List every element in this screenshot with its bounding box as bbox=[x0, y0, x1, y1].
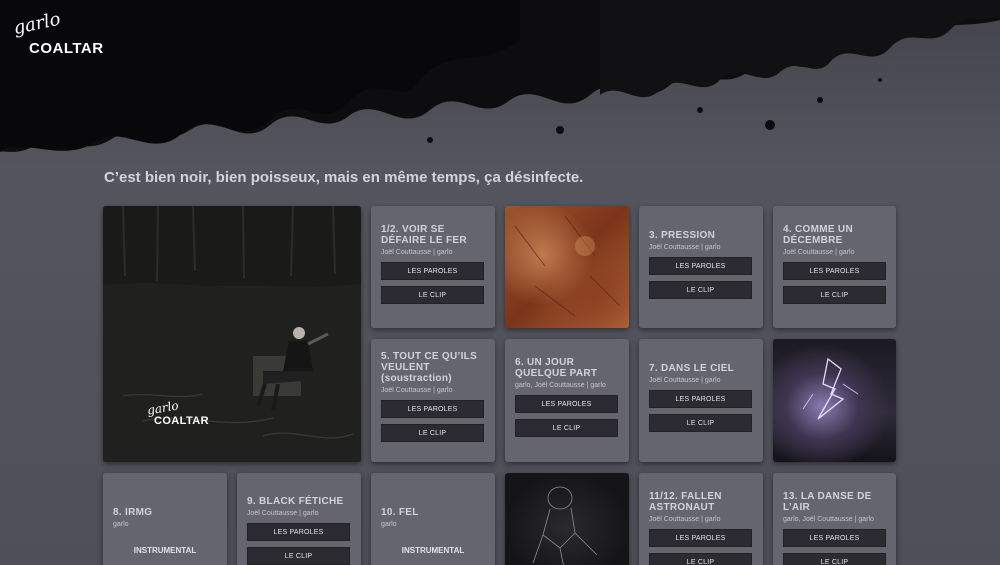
artwork-astronaut[interactable] bbox=[505, 473, 629, 565]
track-card-4: 4. COMME UN DÉCEMBRE Joël Couttausse | g… bbox=[773, 206, 896, 328]
track-card-7: 7. DANS LE CIEL Joël Couttausse | garlo … bbox=[639, 339, 763, 462]
track-title: 9. BLACK FÉTICHE bbox=[247, 496, 344, 507]
track-title: 5. TOUT CE QU’ILS VEULENT (soustraction) bbox=[381, 351, 478, 384]
clip-button[interactable]: LE CLIP bbox=[381, 424, 484, 442]
lyrics-button[interactable]: LES PAROLES bbox=[649, 390, 752, 408]
album-cover[interactable]: garlo COALTAR bbox=[103, 206, 361, 462]
track-credit: garlo bbox=[113, 521, 129, 528]
artwork-storm[interactable] bbox=[773, 339, 896, 462]
track-card-9: 9. BLACK FÉTICHE Joël Couttausse | garlo… bbox=[237, 473, 361, 565]
lyrics-button[interactable]: LES PAROLES bbox=[247, 523, 350, 541]
track-card-1-2: 1/2. VOIR SE DÉFAIRE LE FER Joël Couttau… bbox=[371, 206, 495, 328]
track-title: 11/12. FALLEN ASTRONAUT bbox=[649, 491, 722, 513]
track-title: 7. DANS LE CIEL bbox=[649, 363, 735, 374]
clip-button[interactable]: LE CLIP bbox=[515, 419, 618, 437]
track-card-3: 3. PRESSION Joël Couttausse | garlo LES … bbox=[639, 206, 763, 328]
track-credit: garlo, Joël Couttausse | garlo bbox=[783, 516, 874, 523]
clip-button[interactable]: LE CLIP bbox=[783, 286, 886, 304]
lightning-art bbox=[802, 357, 859, 420]
clip-button[interactable]: LE CLIP bbox=[649, 553, 752, 565]
track-credit: Joël Couttausse | garlo bbox=[381, 249, 453, 256]
track-credit: garlo bbox=[381, 521, 397, 528]
track-card-11-12: 11/12. FALLEN ASTRONAUT Joël Couttausse … bbox=[639, 473, 763, 565]
track-card-5: 5. TOUT CE QU’ILS VEULENT (soustraction)… bbox=[371, 339, 495, 462]
lyrics-button[interactable]: LES PAROLES bbox=[381, 400, 484, 418]
logo-title: COALTAR bbox=[29, 40, 104, 57]
clip-button[interactable]: LE CLIP bbox=[649, 414, 752, 432]
clip-button[interactable]: LE CLIP bbox=[247, 547, 350, 565]
clip-button[interactable]: LE CLIP bbox=[381, 286, 484, 304]
lyrics-button[interactable]: LES PAROLES bbox=[649, 257, 752, 275]
track-title: 10. FEL bbox=[381, 507, 419, 518]
track-credit: Joël Couttausse | garlo bbox=[649, 244, 721, 251]
rust-texture bbox=[514, 215, 621, 317]
track-title: 4. COMME UN DÉCEMBRE bbox=[783, 224, 853, 246]
clip-button[interactable]: LE CLIP bbox=[649, 281, 752, 299]
instrumental-label: INSTRUMENTAL bbox=[133, 546, 197, 555]
track-title: 3. PRESSION bbox=[649, 230, 716, 241]
ink-splash-banner bbox=[0, 0, 1000, 152]
cover-photo bbox=[103, 206, 361, 462]
lyrics-button[interactable]: LES PAROLES bbox=[381, 262, 484, 280]
site-logo[interactable]: garlo COALTAR bbox=[10, 9, 140, 63]
track-credit: Joël Couttausse | garlo bbox=[783, 249, 855, 256]
page: garlo COALTAR C’est bien noir, bien pois… bbox=[0, 0, 1000, 565]
lyrics-button[interactable]: LES PAROLES bbox=[649, 529, 752, 547]
track-card-13: 13. LA DANSE DE L’AIR garlo, Joël Coutta… bbox=[773, 473, 896, 565]
artwork-rust[interactable] bbox=[505, 206, 629, 328]
track-title: 6. UN JOUR QUELQUE PART bbox=[515, 357, 598, 379]
track-title: 13. LA DANSE DE L’AIR bbox=[783, 491, 872, 513]
track-credit: Joël Couttausse | garlo bbox=[381, 387, 453, 394]
track-credit: Joël Couttausse | garlo bbox=[649, 377, 721, 384]
instrumental-label: INSTRUMENTAL bbox=[401, 546, 465, 555]
clip-button[interactable]: LE CLIP bbox=[783, 553, 886, 565]
track-credit: Joël Couttausse | garlo bbox=[649, 516, 721, 523]
track-title: 1/2. VOIR SE DÉFAIRE LE FER bbox=[381, 224, 467, 246]
track-title: 8. IRMG bbox=[113, 507, 153, 518]
track-card-8: 8. IRMG garlo INSTRUMENTAL bbox=[103, 473, 227, 565]
lyrics-button[interactable]: LES PAROLES bbox=[515, 395, 618, 413]
track-credit: garlo, Joël Couttausse | garlo bbox=[515, 382, 606, 389]
tagline: C’est bien noir, bien poisseux, mais en … bbox=[104, 169, 584, 186]
track-card-10: 10. FEL garlo INSTRUMENTAL bbox=[371, 473, 495, 565]
lyrics-button[interactable]: LES PAROLES bbox=[783, 262, 886, 280]
cover-title: COALTAR bbox=[154, 415, 209, 427]
track-card-6: 6. UN JOUR QUELQUE PART garlo, Joël Cout… bbox=[505, 339, 629, 462]
track-credit: Joël Couttausse | garlo bbox=[247, 510, 319, 517]
astronaut-sketch bbox=[532, 486, 598, 565]
lyrics-button[interactable]: LES PAROLES bbox=[783, 529, 886, 547]
